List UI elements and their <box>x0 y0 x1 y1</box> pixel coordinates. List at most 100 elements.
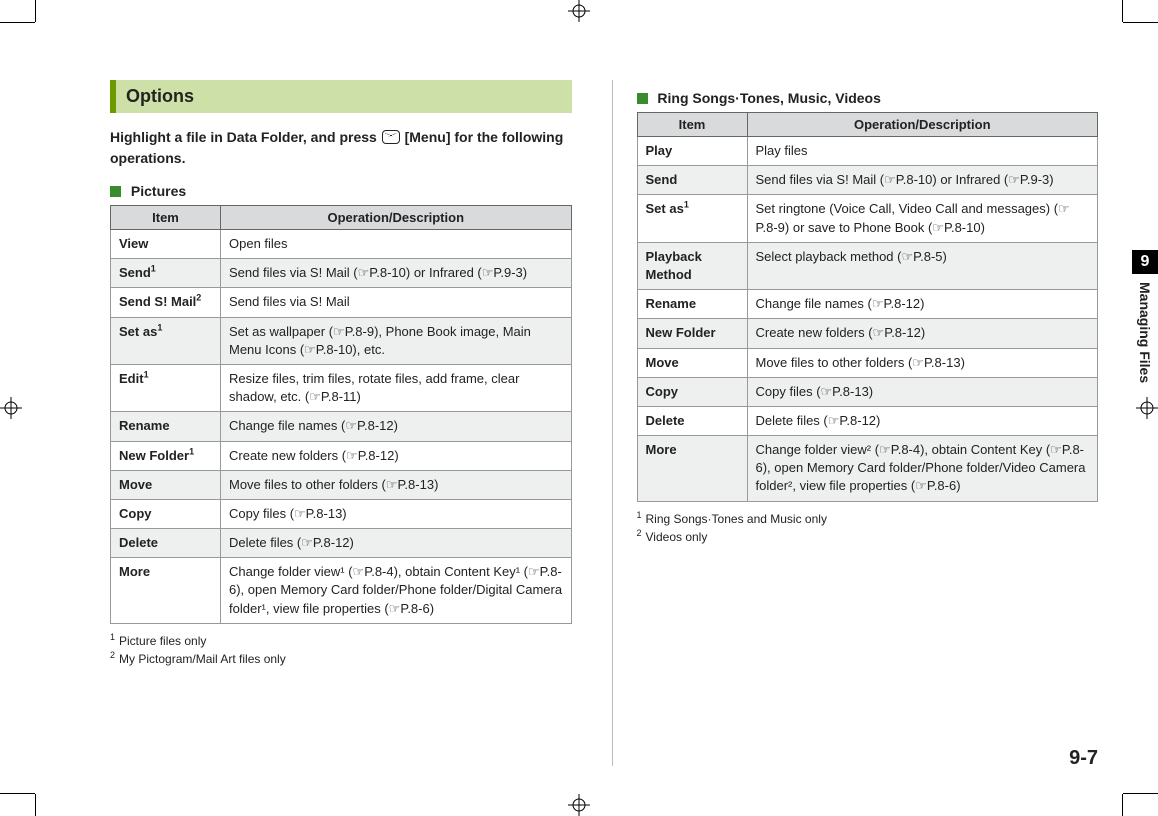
page-number: 9-7 <box>1069 747 1098 770</box>
item-cell: Move <box>637 348 747 377</box>
mail-icon <box>382 130 400 144</box>
table-row: ViewOpen files <box>111 230 572 259</box>
table-row: Send S! Mail2Send files via S! Mail <box>111 288 572 317</box>
desc-cell: Set as wallpaper (☞P.8-9), Phone Book im… <box>221 317 572 364</box>
desc-cell: Create new folders (☞P.8-12) <box>221 441 572 470</box>
table-row: Set as1Set ringtone (Voice Call, Video C… <box>637 195 1098 242</box>
table-row: PlayPlay files <box>637 137 1098 166</box>
ring-table: Item Operation/Description PlayPlay file… <box>637 112 1099 502</box>
table-row: CopyCopy files (☞P.8-13) <box>111 499 572 528</box>
table-row: SendSend files via S! Mail (☞P.8-10) or … <box>637 166 1098 195</box>
desc-cell: Change folder view¹ (☞P.8-4), obtain Con… <box>221 558 572 624</box>
table-row: MoreChange folder view² (☞P.8-4), obtain… <box>637 436 1098 502</box>
desc-cell: Change folder view² (☞P.8-4), obtain Con… <box>747 436 1098 502</box>
desc-cell: Copy files (☞P.8-13) <box>221 499 572 528</box>
th-item: Item <box>637 113 747 137</box>
item-cell: More <box>637 436 747 502</box>
pictures-heading: Pictures <box>110 183 572 199</box>
desc-cell: Send files via S! Mail <box>221 288 572 317</box>
section-title-bar: Options <box>110 80 572 113</box>
item-cell: Rename <box>637 290 747 319</box>
item-cell: Delete <box>111 529 221 558</box>
table-row: Send1Send files via S! Mail (☞P.8-10) or… <box>111 259 572 288</box>
ring-heading-text: Ring Songs·Tones, Music, Videos <box>657 90 881 106</box>
item-cell: Rename <box>111 412 221 441</box>
desc-cell: Move files to other folders (☞P.8-13) <box>221 470 572 499</box>
square-bullet-icon <box>110 186 121 197</box>
desc-cell: Copy files (☞P.8-13) <box>747 377 1098 406</box>
th-item: Item <box>111 206 221 230</box>
item-cell: View <box>111 230 221 259</box>
crop-mark <box>35 794 36 816</box>
item-cell: Set as1 <box>111 317 221 364</box>
pictures-table: Item Operation/Description ViewOpen file… <box>110 205 572 624</box>
intro-text: Highlight a file in Data Folder, and pre… <box>110 127 572 169</box>
square-bullet-icon <box>637 93 648 104</box>
item-cell: Set as1 <box>637 195 747 242</box>
registration-mark <box>1136 397 1158 419</box>
intro-before: Highlight a file in Data Folder, and pre… <box>110 129 381 145</box>
item-cell: Send1 <box>111 259 221 288</box>
item-cell: Copy <box>111 499 221 528</box>
desc-cell: Open files <box>221 230 572 259</box>
footnote: 1Picture files only <box>110 632 572 650</box>
left-column: Options Highlight a file in Data Folder,… <box>110 80 572 766</box>
desc-cell: Set ringtone (Voice Call, Video Call and… <box>747 195 1098 242</box>
crop-mark <box>1123 793 1158 794</box>
item-cell: Delete <box>637 406 747 435</box>
crop-mark <box>0 793 35 794</box>
registration-mark <box>0 397 22 419</box>
table-row: MoveMove files to other folders (☞P.8-13… <box>637 348 1098 377</box>
item-cell: Edit1 <box>111 364 221 411</box>
item-cell: Move <box>111 470 221 499</box>
table-row: New FolderCreate new folders (☞P.8-12) <box>637 319 1098 348</box>
chapter-label: Managing Files <box>1133 274 1157 391</box>
th-desc: Operation/Description <box>221 206 572 230</box>
right-column: Ring Songs·Tones, Music, Videos Item Ope… <box>612 80 1099 766</box>
footnote: 1Ring Songs·Tones and Music only <box>637 510 1099 528</box>
table-row: RenameChange file names (☞P.8-12) <box>111 412 572 441</box>
pictures-footnotes: 1Picture files only2My Pictogram/Mail Ar… <box>110 632 572 668</box>
desc-cell: Change file names (☞P.8-12) <box>221 412 572 441</box>
table-row: CopyCopy files (☞P.8-13) <box>637 377 1098 406</box>
desc-cell: Change file names (☞P.8-12) <box>747 290 1098 319</box>
item-cell: More <box>111 558 221 624</box>
crop-mark <box>0 22 35 23</box>
item-cell: Playback Method <box>637 242 747 289</box>
desc-cell: Move files to other folders (☞P.8-13) <box>747 348 1098 377</box>
desc-cell: Play files <box>747 137 1098 166</box>
page-body: Options Highlight a file in Data Folder,… <box>110 80 1098 766</box>
table-row: MoveMove files to other folders (☞P.8-13… <box>111 470 572 499</box>
desc-cell: Send files via S! Mail (☞P.8-10) or Infr… <box>221 259 572 288</box>
section-title: Options <box>126 86 194 106</box>
intro-menu: [Menu] <box>405 129 451 145</box>
ring-footnotes: 1Ring Songs·Tones and Music only2Videos … <box>637 510 1099 546</box>
table-row: RenameChange file names (☞P.8-12) <box>637 290 1098 319</box>
side-tab: 9 Managing Files <box>1132 250 1158 396</box>
footnote: 2Videos only <box>637 528 1099 546</box>
th-desc: Operation/Description <box>747 113 1098 137</box>
table-row: DeleteDelete files (☞P.8-12) <box>637 406 1098 435</box>
crop-mark <box>1123 22 1158 23</box>
registration-mark <box>568 794 590 816</box>
ring-heading: Ring Songs·Tones, Music, Videos <box>637 90 1099 106</box>
pictures-heading-text: Pictures <box>131 183 186 199</box>
crop-mark <box>35 0 36 22</box>
registration-mark <box>568 0 590 22</box>
desc-cell: Send files via S! Mail (☞P.8-10) or Infr… <box>747 166 1098 195</box>
item-cell: Send <box>637 166 747 195</box>
table-row: Edit1Resize files, trim files, rotate fi… <box>111 364 572 411</box>
item-cell: New Folder1 <box>111 441 221 470</box>
item-cell: New Folder <box>637 319 747 348</box>
crop-mark <box>1122 0 1123 22</box>
desc-cell: Delete files (☞P.8-12) <box>221 529 572 558</box>
desc-cell: Resize files, trim files, rotate files, … <box>221 364 572 411</box>
item-cell: Play <box>637 137 747 166</box>
desc-cell: Create new folders (☞P.8-12) <box>747 319 1098 348</box>
table-row: Set as1Set as wallpaper (☞P.8-9), Phone … <box>111 317 572 364</box>
chapter-number: 9 <box>1132 250 1158 274</box>
item-cell: Send S! Mail2 <box>111 288 221 317</box>
table-row: Playback MethodSelect playback method (☞… <box>637 242 1098 289</box>
table-row: MoreChange folder view¹ (☞P.8-4), obtain… <box>111 558 572 624</box>
footnote: 2My Pictogram/Mail Art files only <box>110 650 572 668</box>
